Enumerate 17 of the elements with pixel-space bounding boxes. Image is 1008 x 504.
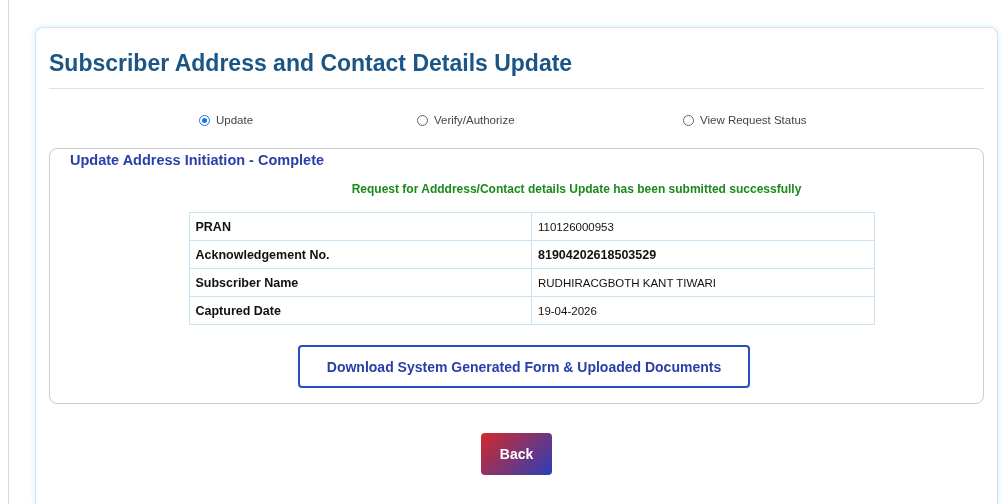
field-label-cell: Captured Date — [189, 296, 532, 325]
field-value-cell: 19-04-2026 — [531, 296, 874, 325]
success-message: Request for Adddress/Contact details Update has been submitted successfully — [351, 182, 802, 196]
field-value-cell: 81904202618503529 — [531, 240, 874, 269]
field-value-cell: 110126000953 — [531, 212, 874, 241]
radio-label: Update — [216, 114, 254, 126]
panel-title: Update Address Initiation - Complete — [70, 152, 325, 168]
field-label-cell: Acknowledgement No. — [189, 240, 532, 269]
back-button[interactable]: Back — [481, 433, 552, 475]
field-label-cell: PRAN — [189, 212, 532, 241]
download-button[interactable]: Download System Generated Form & Uploaded Documents — [298, 345, 750, 388]
radio-label: Verify/Authorize — [434, 114, 515, 126]
radio-option[interactable]: Update — [199, 114, 254, 126]
field-label-cell: Subscriber Name — [189, 268, 532, 297]
radio-option[interactable]: Verify/Authorize — [417, 114, 515, 126]
field-value-cell: RUDHIRACGBOTH KANT TIWARI — [531, 268, 874, 297]
page-title: Subscriber Address and Contact Details Update — [49, 50, 984, 89]
